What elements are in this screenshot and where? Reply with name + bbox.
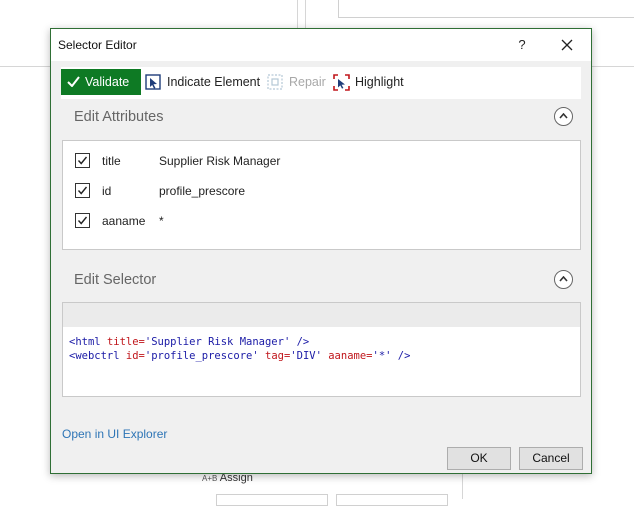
validate-button[interactable]: Validate — [61, 69, 141, 95]
chevron-up-icon — [559, 113, 568, 119]
bg-panel — [338, 0, 634, 18]
checkmark-icon — [77, 186, 88, 195]
edit-selector-heading: Edit Selector — [74, 272, 157, 288]
bg-input-field[interactable] — [336, 494, 448, 506]
indicate-cursor-icon — [145, 74, 161, 90]
selector-code-editor[interactable]: <html title='Supplier Risk Manager' /> <w… — [62, 302, 581, 397]
attribute-row: aaname * — [63, 209, 580, 231]
attribute-checkbox[interactable] — [75, 183, 90, 198]
bg-divider-vertical — [305, 0, 306, 28]
code-token-tag: <html — [69, 336, 107, 348]
help-button[interactable]: ? — [511, 33, 533, 57]
bg-divider-vertical — [297, 0, 298, 28]
editor-header-strip — [63, 303, 580, 327]
toolbar: Validate Indicate Element Repair Highlig… — [61, 67, 581, 99]
code-token-val: 'profile_prescore' — [144, 350, 259, 362]
title-bar: Selector Editor ? — [51, 29, 591, 61]
code-token-val: 'Supplier Risk Manager' — [144, 336, 291, 348]
checkmark-icon — [67, 76, 80, 87]
attribute-value[interactable]: * — [159, 214, 164, 228]
bg-divider-horizontal — [591, 66, 634, 67]
code-token-attr: aaname= — [328, 350, 373, 362]
bg-divider-horizontal — [0, 66, 50, 67]
attribute-name: title — [102, 154, 121, 168]
selector-code-line: <html title='Supplier Risk Manager' /> — [69, 335, 410, 349]
code-token-tag: <webctrl — [69, 350, 126, 362]
selector-code-line: <webctrl id='profile_prescore' tag='DIV'… — [69, 349, 410, 363]
attributes-panel: title Supplier Risk Manager id profile_p… — [62, 140, 581, 250]
selector-code: <html title='Supplier Risk Manager' /> <w… — [69, 335, 410, 363]
close-button[interactable] — [555, 33, 579, 57]
code-token-val: 'DIV' — [290, 350, 322, 362]
edit-attributes-heading: Edit Attributes — [74, 109, 164, 125]
highlight-button[interactable]: Highlight — [333, 69, 419, 95]
validate-label: Validate — [85, 75, 130, 89]
collapse-selector-button[interactable] — [554, 270, 573, 289]
attribute-value[interactable]: profile_prescore — [159, 184, 245, 198]
indicate-element-button[interactable]: Indicate Element — [145, 69, 265, 95]
cancel-button[interactable]: Cancel — [519, 447, 583, 470]
code-token-tag: /> — [391, 350, 411, 362]
attribute-value[interactable]: Supplier Risk Manager — [159, 154, 280, 168]
attribute-name: id — [102, 184, 112, 198]
ok-button[interactable]: OK — [447, 447, 511, 470]
highlight-label: Highlight — [355, 75, 404, 89]
attribute-checkbox[interactable] — [75, 153, 90, 168]
bg-divider-vertical — [462, 472, 463, 499]
attribute-checkbox[interactable] — [75, 213, 90, 228]
highlight-icon — [333, 74, 350, 91]
assign-icon: A+B — [202, 474, 218, 483]
dialog-title: Selector Editor — [58, 38, 137, 52]
code-token-tag: /> — [290, 336, 310, 348]
checkmark-icon — [77, 216, 88, 225]
code-token-attr: title= — [106, 336, 145, 348]
code-token-attr: id= — [125, 350, 145, 362]
code-token-val: '*' — [372, 350, 392, 362]
open-in-ui-explorer-link[interactable]: Open in UI Explorer — [62, 427, 167, 441]
collapse-attributes-button[interactable] — [554, 107, 573, 126]
repair-label: Repair — [289, 75, 326, 89]
repair-icon — [267, 74, 283, 90]
code-token-attr: tag= — [265, 350, 291, 362]
attribute-name: aaname — [102, 214, 146, 228]
attribute-row: title Supplier Risk Manager — [63, 149, 580, 171]
repair-button[interactable]: Repair — [267, 69, 329, 95]
close-icon — [561, 39, 573, 51]
bg-input-field[interactable] — [216, 494, 328, 506]
indicate-element-label: Indicate Element — [167, 75, 261, 89]
chevron-up-icon — [559, 276, 568, 282]
checkmark-icon — [77, 156, 88, 165]
attribute-row: id profile_prescore — [63, 179, 580, 201]
selector-editor-dialog: Selector Editor ? Validate Indicate Elem… — [50, 28, 592, 474]
